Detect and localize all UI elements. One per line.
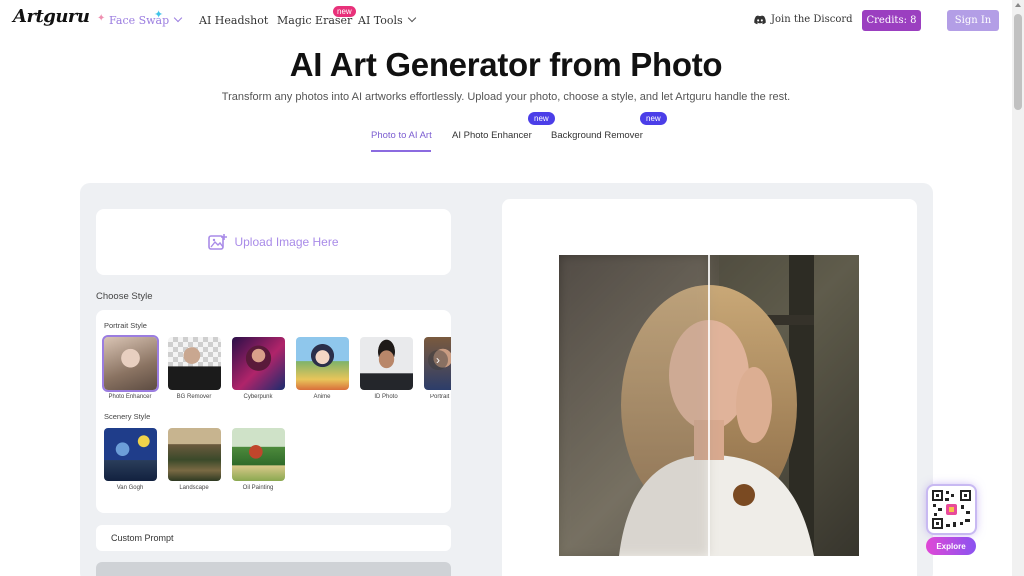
scroll-up-arrow-icon[interactable] xyxy=(1015,3,1021,7)
style-thumb-id-photo[interactable] xyxy=(360,337,413,390)
custom-prompt-toggle[interactable]: Custom Prompt xyxy=(96,525,451,551)
image-upload-icon xyxy=(208,234,228,250)
active-tab-indicator xyxy=(371,150,431,152)
discord-link[interactable]: Join the Discord xyxy=(754,14,853,25)
choose-style-heading: Choose Style xyxy=(96,291,153,302)
nav-ai-tools-label: AI Tools xyxy=(358,14,403,27)
tab-ai-photo-enhancer[interactable]: AI Photo Enhancer xyxy=(452,130,532,141)
style-label: Oil Painting xyxy=(242,485,274,491)
tab-background-remover[interactable]: Background Remover xyxy=(551,130,643,141)
top-nav: Artguru ✦ Face Swap ✦ AI Headshot Magic … xyxy=(0,0,1012,40)
scenery-style-label: Scenery Style xyxy=(104,412,151,421)
generate-button[interactable] xyxy=(96,562,451,576)
style-thumb-landscape[interactable] xyxy=(168,428,221,481)
chevron-down-icon xyxy=(173,13,183,23)
style-label: Van Gogh xyxy=(116,485,144,491)
style-label: Photo Enhancer xyxy=(108,394,152,400)
page-title: AI Art Generator from Photo xyxy=(289,46,723,83)
upload-image-dropzone[interactable]: Upload Image Here xyxy=(96,209,451,275)
style-thumb-cyberpunk[interactable] xyxy=(232,337,285,390)
explore-button[interactable]: Explore xyxy=(926,537,976,555)
style-label: BG Remover xyxy=(176,394,212,400)
portrait-style-label: Portrait Style xyxy=(104,321,147,330)
sparkle-icon: ✦ xyxy=(97,13,106,24)
style-thumb-bg-remover[interactable] xyxy=(168,337,221,390)
chevron-right-icon[interactable]: › xyxy=(428,350,448,370)
chevron-down-icon xyxy=(407,13,416,23)
style-label: Cyberpunk xyxy=(243,394,273,400)
credits-button[interactable]: Credits: 8 xyxy=(862,10,921,31)
upload-label: Upload Image Here xyxy=(234,235,339,249)
discord-label: Join the Discord xyxy=(771,14,853,25)
new-badge: new xyxy=(640,112,667,125)
before-after-slider-handle[interactable] xyxy=(708,255,710,556)
style-thumb-photo-enhancer[interactable] xyxy=(102,335,159,392)
scroll-thumb[interactable] xyxy=(1014,14,1022,110)
artguru-logo[interactable]: Artguru xyxy=(13,6,90,27)
new-badge: new xyxy=(528,112,555,125)
style-thumb-anime[interactable] xyxy=(296,337,349,390)
nav-ai-tools[interactable]: AI Tools xyxy=(358,13,416,27)
nav-face-swap[interactable]: Face Swap xyxy=(109,13,183,27)
nav-ai-headshot[interactable]: AI Headshot xyxy=(199,14,268,27)
sign-in-button[interactable]: Sign In xyxy=(947,10,999,31)
discord-icon xyxy=(754,15,766,24)
page-scrollbar[interactable] xyxy=(1012,0,1024,576)
qr-code[interactable] xyxy=(928,486,975,533)
style-label: ID Photo xyxy=(374,394,398,400)
style-label: Landscape xyxy=(179,485,209,491)
style-label: Portrait xyxy=(430,394,450,400)
page-subtitle: Transform any photos into AI artworks ef… xyxy=(221,91,791,103)
style-thumb-oil-painting[interactable] xyxy=(232,428,285,481)
style-thumb-van-gogh[interactable] xyxy=(104,428,157,481)
style-label: Anime xyxy=(313,394,331,400)
sparkle-icon: ✦ xyxy=(154,9,164,21)
tab-photo-to-ai-art[interactable]: Photo to AI Art xyxy=(371,130,432,141)
new-badge: new xyxy=(333,6,356,17)
